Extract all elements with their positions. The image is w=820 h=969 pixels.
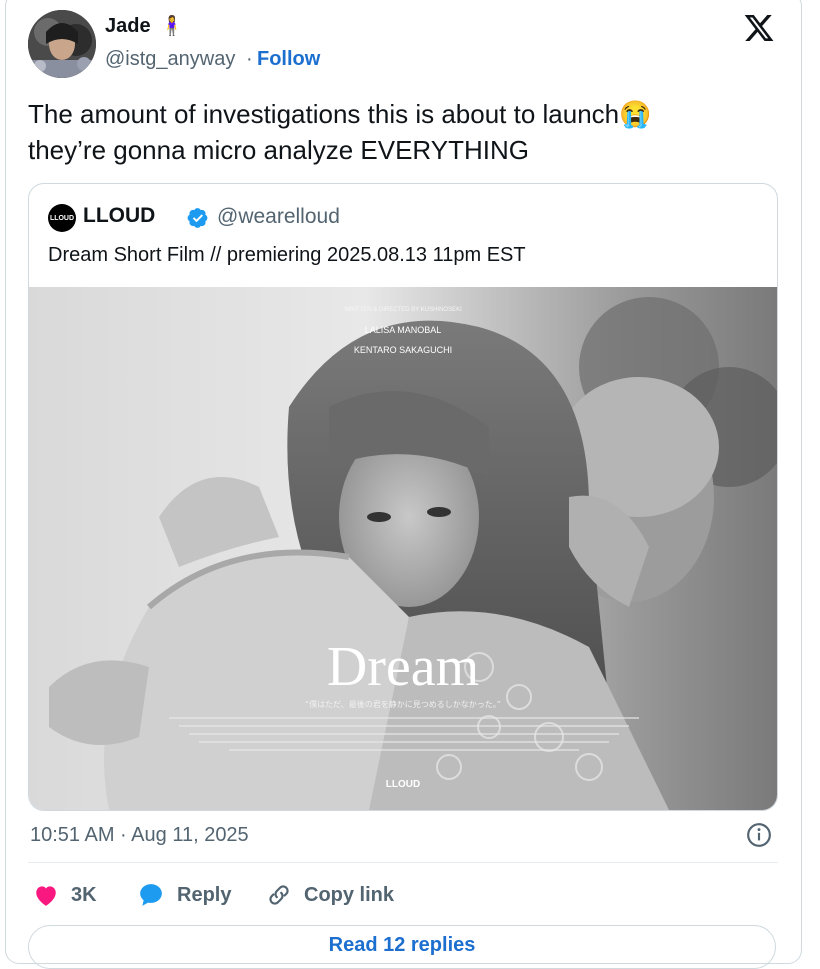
like-button[interactable]: 3K: [33, 880, 97, 910]
verified-badge-icon: [187, 208, 208, 228]
reply-bubble-icon: [140, 884, 162, 906]
tweet-text: The amount of investigations this is abo…: [28, 96, 768, 168]
quoted-author-name[interactable]: LLOUD: [83, 204, 155, 228]
quoted-tweet[interactable]: LLOUD LLOUD @wearelloud Dream Short Film…: [28, 183, 778, 811]
lloud-logo-icon[interactable]: LLOUD: [48, 204, 76, 232]
poster-title: Dream: [327, 636, 479, 698]
person-emoji-icon: 🧍‍♀️: [160, 16, 184, 37]
like-count: 3K: [71, 883, 97, 906]
copy-link-button[interactable]: Copy link: [266, 880, 394, 910]
read-replies-label: Read 12 replies: [328, 934, 476, 956]
heart-icon: [36, 886, 56, 906]
tweet-line-2: they’re gonna micro analyze EVERYTHING: [28, 135, 529, 165]
poster-brand: LLOUD: [386, 779, 420, 790]
tweet-line-1: The amount of investigations this is abo…: [28, 99, 652, 129]
link-icon: [269, 885, 289, 905]
reply-label: Reply: [177, 883, 232, 906]
poster-tagline: “僕はただ、最後の君を静かに見つめるしかなかった。”: [305, 699, 501, 709]
poster-cast-1: LALISA MANOBAL: [365, 325, 442, 335]
avatar[interactable]: [28, 10, 96, 78]
author-name[interactable]: Jade: [105, 15, 151, 38]
info-icon[interactable]: [746, 822, 772, 848]
quoted-text: Dream Short Film // premiering 2025.08.1…: [48, 244, 526, 266]
separator-dot: ·: [246, 48, 253, 70]
author-handle[interactable]: @istg_anyway: [105, 48, 235, 71]
poster-credit: WRITTEN & DIRECTED BY KUSHINOSEKI: [344, 307, 462, 313]
read-replies-button[interactable]: Read 12 replies: [28, 925, 776, 969]
dream-poster-image[interactable]: WRITTEN & DIRECTED BY KUSHINOSEKI LALISA…: [29, 287, 777, 810]
divider: [28, 862, 778, 863]
x-logo-icon[interactable]: [742, 12, 776, 44]
tweet-timestamp[interactable]: 10:51 AM · Aug 11, 2025: [30, 824, 249, 847]
poster-cast-2: KENTARO SAKAGUCHI: [354, 345, 452, 355]
reply-button[interactable]: Reply: [137, 880, 231, 910]
quoted-author-handle[interactable]: @wearelloud: [217, 205, 340, 229]
follow-button[interactable]: Follow: [257, 48, 320, 71]
copy-link-label: Copy link: [304, 883, 395, 906]
